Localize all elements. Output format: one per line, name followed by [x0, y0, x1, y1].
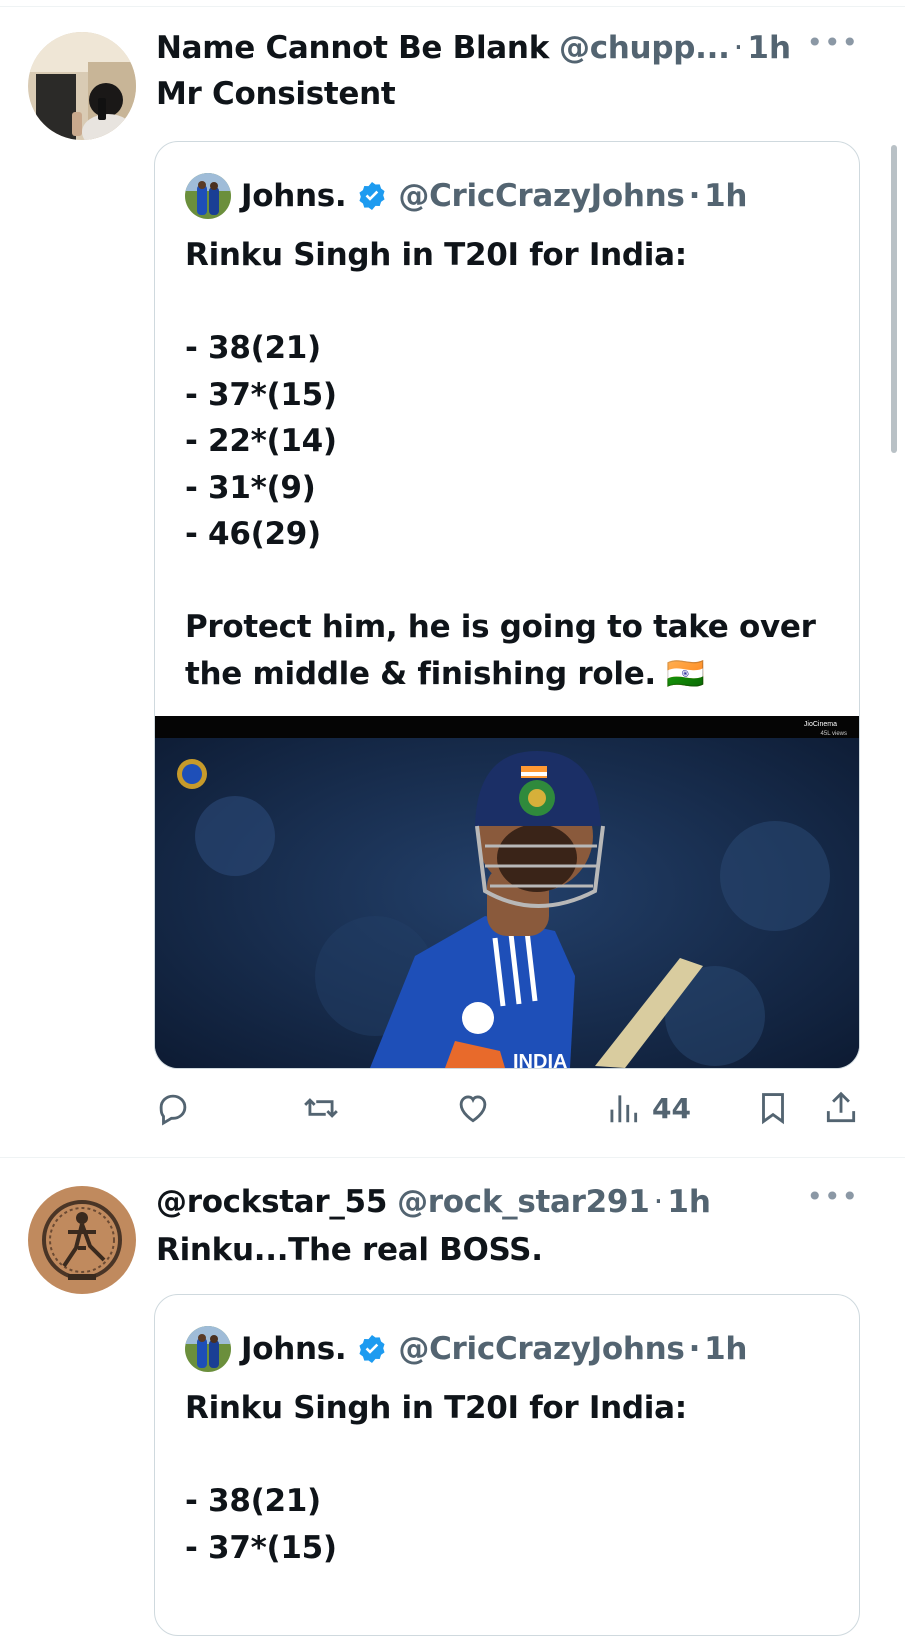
tweet-text: Rinku...The real BOSS. [156, 1232, 543, 1268]
author-name[interactable]: @rockstar_55 [156, 1184, 387, 1220]
tweet-text: Mr Consistent [156, 76, 396, 112]
text-line: - 46(29) [185, 516, 321, 552]
quoted-tweet-header: Johns. @CricCrazyJohns · 1h [185, 1326, 747, 1372]
text-line: - 38(21) [185, 330, 321, 366]
quoted-avatar[interactable] [185, 1326, 231, 1372]
quoted-tweet[interactable]: Johns. @CricCrazyJohns · 1h Rinku Singh … [154, 141, 860, 1069]
media-image[interactable]: JioCinema 45L views INDIA [155, 716, 859, 1068]
text-line: the middle & finishing role. 🇮🇳 [185, 655, 705, 692]
quoted-timestamp[interactable]: 1h [704, 1331, 747, 1367]
repost-icon [304, 1098, 338, 1118]
more-options-icon[interactable]: ••• [806, 26, 859, 59]
heart-icon [459, 1095, 487, 1123]
watermark-views: 45L views [821, 731, 847, 737]
separator: · [688, 1331, 701, 1367]
author-handle[interactable]: @rock_star291 [397, 1184, 650, 1220]
author-name[interactable]: Name Cannot Be Blank [156, 30, 549, 66]
text-line [185, 558, 845, 605]
verified-badge-icon [356, 180, 388, 212]
text-line [185, 279, 845, 326]
action-bar: 44 [154, 1083, 864, 1133]
bookmark-icon [762, 1093, 784, 1125]
quoted-author-handle[interactable]: @CricCrazyJohns [398, 178, 684, 214]
quoted-author-handle[interactable]: @CricCrazyJohns [398, 1331, 684, 1367]
watermark-title: JioCinema [804, 721, 837, 728]
quoted-tweet-text: Rinku Singh in T20I for India: - 38(21) … [185, 1385, 845, 1571]
text-line: - 31*(9) [185, 469, 316, 506]
more-options-icon[interactable]: ••• [806, 1180, 859, 1213]
share-icon [826, 1091, 856, 1123]
views-button[interactable]: 44 [604, 1083, 691, 1133]
timestamp[interactable]: 1h [747, 30, 791, 66]
separator: · [733, 30, 744, 66]
text-line: - 37*(15) [185, 376, 337, 413]
reply-button[interactable] [154, 1083, 192, 1133]
text-line: - 22*(14) [185, 423, 337, 459]
tweet[interactable]: Name Cannot Be Blank @chupp... · 1h ••• … [0, 0, 905, 1180]
text-line: Rinku Singh in T20I for India: [185, 1390, 687, 1426]
quoted-author-name[interactable]: Johns. [241, 178, 347, 214]
text-line [185, 1432, 845, 1479]
quoted-tweet[interactable]: Johns. @CricCrazyJohns · 1h Rinku Singh … [154, 1294, 860, 1636]
quoted-avatar[interactable] [185, 173, 231, 219]
avatar[interactable] [28, 1186, 136, 1294]
separator: · [653, 1184, 664, 1220]
tweet-header: @rockstar_55 @rock_star291 · 1h ••• [156, 1180, 885, 1224]
reply-icon [159, 1094, 187, 1126]
views-icon [610, 1095, 638, 1123]
quoted-tweet-text: Rinku Singh in T20I for India: - 38(21) … [185, 232, 845, 697]
author-handle[interactable]: @chupp... [559, 30, 730, 66]
text-line: - 37*(15) [185, 1529, 337, 1566]
text-line: Protect him, he is going to take over [185, 609, 816, 645]
quoted-author-name[interactable]: Johns. [241, 1331, 347, 1367]
tweet[interactable]: @rockstar_55 @rock_star291 · 1h ••• Rink… [0, 1160, 905, 1636]
timestamp[interactable]: 1h [667, 1184, 711, 1220]
text-line: - 38(21) [185, 1483, 321, 1519]
quoted-tweet-header: Johns. @CricCrazyJohns · 1h [185, 173, 747, 219]
repost-button[interactable] [302, 1083, 340, 1133]
like-button[interactable] [454, 1083, 492, 1133]
verified-badge-icon [356, 1333, 388, 1365]
views-count: 44 [652, 1091, 691, 1125]
quoted-timestamp[interactable]: 1h [704, 178, 747, 214]
avatar[interactable] [28, 32, 136, 140]
text-line: Rinku Singh in T20I for India: [185, 237, 687, 273]
tweet-divider [0, 1157, 905, 1158]
share-button[interactable] [822, 1083, 860, 1133]
bookmark-button[interactable] [754, 1083, 792, 1133]
separator: · [688, 178, 701, 214]
tweet-header: Name Cannot Be Blank @chupp... · 1h ••• [156, 26, 885, 70]
jersey-text: INDIA [513, 1051, 567, 1068]
